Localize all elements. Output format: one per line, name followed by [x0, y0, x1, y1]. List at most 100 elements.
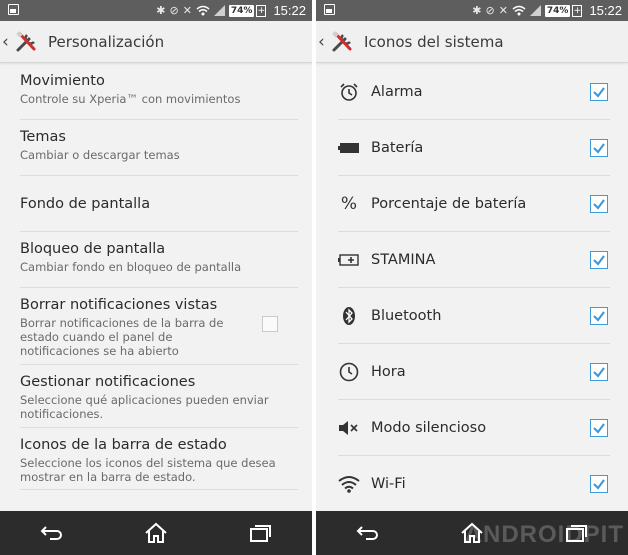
item-label: Porcentaje de batería: [371, 195, 527, 212]
list-item-modo-silencioso[interactable]: Modo silencioso: [338, 400, 610, 456]
bluetooth-status-icon: ✱: [156, 4, 166, 17]
back-button[interactable]: [32, 518, 72, 548]
item-subtitle-line: notificaciones.: [20, 407, 104, 421]
action-bar: ‹ Personalización: [0, 21, 312, 63]
status-icons: ✱ ⊘ ✕ 74% + 15:22: [472, 0, 622, 21]
list-item-movimiento[interactable]: Movimiento Controle su Xperia™ con movim…: [20, 64, 298, 120]
wifi-checkbox[interactable]: [590, 475, 608, 493]
left-screen: ✱ ⊘ ✕ 74% + 15:22 ‹ Personalización Movi…: [0, 0, 312, 555]
list-item-porcentaje[interactable]: % Porcentaje de batería: [338, 176, 610, 232]
item-title: Iconos de la barra de estado: [20, 437, 227, 453]
list-item-stamina[interactable]: STAMINA: [338, 232, 610, 288]
back-arrow-icon: [40, 526, 62, 540]
tools-icon[interactable]: [14, 29, 40, 55]
system-icons-list: Alarma Batería % Porcentaje de batería S…: [316, 64, 628, 512]
item-subtitle: Cambiar fondo en bloqueo de pantalla: [20, 260, 242, 274]
bluetooth-checkbox[interactable]: [590, 306, 608, 325]
modo-silencioso-checkbox[interactable]: [590, 418, 608, 437]
battery-percent: 74%: [544, 4, 571, 17]
image-notification-icon: [324, 4, 335, 15]
back-button[interactable]: [348, 518, 388, 548]
signal-status-icon: [213, 5, 225, 16]
back-chevron-icon[interactable]: ‹: [2, 21, 14, 63]
list-item-alarma[interactable]: Alarma: [338, 64, 610, 120]
stamina-battery-icon: [338, 249, 360, 271]
borrar-notificaciones-checkbox[interactable]: [262, 316, 278, 332]
list-item-gestionar-notificaciones[interactable]: Gestionar notificaciones Seleccione qué …: [20, 365, 298, 428]
item-label: STAMINA: [371, 251, 436, 268]
tools-icon[interactable]: [330, 29, 356, 55]
battery-icon: [338, 137, 360, 159]
back-arrow-icon: [356, 526, 378, 540]
item-label: Batería: [371, 139, 424, 156]
clock-icon: [338, 361, 360, 383]
settings-list: Movimiento Controle su Xperia™ con movim…: [0, 64, 312, 490]
home-icon: [145, 522, 167, 543]
bluetooth-icon: [338, 305, 360, 327]
list-item-bateria[interactable]: Batería: [338, 120, 610, 176]
list-item-iconos-barra[interactable]: Iconos de la barra de estado Seleccione …: [20, 428, 298, 490]
item-title: Bloqueo de pantalla: [20, 241, 166, 257]
clock: 15:22: [273, 3, 306, 18]
wifi-status-icon: [196, 5, 210, 16]
item-subtitle: Cambiar o descargar temas: [20, 148, 180, 162]
list-item-temas[interactable]: Temas Cambiar o descargar temas: [20, 120, 298, 176]
signal-status-icon: [529, 5, 541, 16]
page-title: Personalización: [48, 32, 165, 51]
item-label: Alarma: [371, 83, 423, 100]
item-subtitle-line: estado cuando el panel de: [20, 330, 173, 344]
charging-icon: +: [572, 4, 583, 17]
item-title: Temas: [20, 129, 66, 145]
item-title: Borrar notificaciones vistas: [20, 297, 218, 313]
back-chevron-icon[interactable]: ‹: [318, 21, 330, 63]
list-item-hora[interactable]: Hora: [338, 344, 610, 400]
item-subtitle-line: Seleccione qué aplicaciones pueden envia…: [20, 393, 269, 407]
mute-status-icon: ✕: [182, 4, 192, 17]
list-item-bloqueo[interactable]: Bloqueo de pantalla Cambiar fondo en blo…: [20, 232, 298, 288]
hora-checkbox[interactable]: [590, 362, 608, 381]
item-title: Fondo de pantalla: [20, 195, 151, 212]
list-item-wifi[interactable]: Wi-Fi: [338, 456, 610, 512]
item-subtitle-line: Seleccione los iconos del sistema que de…: [20, 456, 276, 470]
recent-apps-button[interactable]: [240, 518, 280, 548]
navigation-bar: ANDROIDPIT: [316, 511, 628, 555]
right-screen: ✱ ⊘ ✕ 74% + 15:22 ‹ Iconos del sistema A…: [316, 0, 628, 555]
item-label: Modo silencioso: [371, 419, 487, 436]
home-button[interactable]: [136, 518, 176, 548]
speaker-muted-icon: [338, 417, 360, 439]
wifi-icon: [338, 473, 360, 495]
action-bar: ‹ Iconos del sistema: [316, 21, 628, 63]
page-title: Iconos del sistema: [364, 32, 504, 51]
navigation-bar: [0, 511, 312, 555]
percent-icon: %: [340, 193, 358, 214]
alarma-checkbox[interactable]: [590, 82, 608, 101]
item-label: Bluetooth: [371, 307, 442, 324]
bluetooth-status-icon: ✱: [472, 4, 482, 17]
clock: 15:22: [589, 3, 622, 18]
list-item-bluetooth[interactable]: Bluetooth: [338, 288, 610, 344]
list-item-fondo[interactable]: Fondo de pantalla: [20, 176, 298, 232]
bateria-checkbox[interactable]: [590, 138, 608, 157]
no-sim-icon: ⊘: [169, 4, 179, 17]
item-label: Wi-Fi: [371, 476, 406, 492]
porcentaje-checkbox[interactable]: [590, 194, 608, 213]
item-subtitle-line: mostrar en la barra de estado.: [20, 470, 196, 484]
list-item-borrar-notificaciones[interactable]: Borrar notificaciones vistas Borrar noti…: [20, 288, 298, 365]
item-subtitle-line: Borrar notificaciones de la barra de: [20, 316, 224, 330]
mute-status-icon: ✕: [498, 4, 508, 17]
wifi-status-icon: [512, 5, 526, 16]
watermark: ANDROIDPIT: [464, 521, 624, 548]
item-subtitle: Controle su Xperia™ con movimientos: [20, 92, 241, 106]
battery-percent: 74%: [228, 4, 255, 17]
no-sim-icon: ⊘: [485, 4, 495, 17]
item-title: Movimiento: [20, 73, 105, 89]
alarm-clock-icon: [338, 81, 360, 103]
image-notification-icon: [8, 4, 19, 15]
item-title: Gestionar notificaciones: [20, 374, 196, 390]
charging-icon: +: [256, 4, 267, 17]
item-label: Hora: [371, 363, 406, 380]
status-bar: ✱ ⊘ ✕ 74% + 15:22: [316, 0, 628, 21]
status-bar: ✱ ⊘ ✕ 74% + 15:22: [0, 0, 312, 21]
stamina-checkbox[interactable]: [590, 250, 608, 269]
status-icons: ✱ ⊘ ✕ 74% + 15:22: [156, 0, 306, 21]
